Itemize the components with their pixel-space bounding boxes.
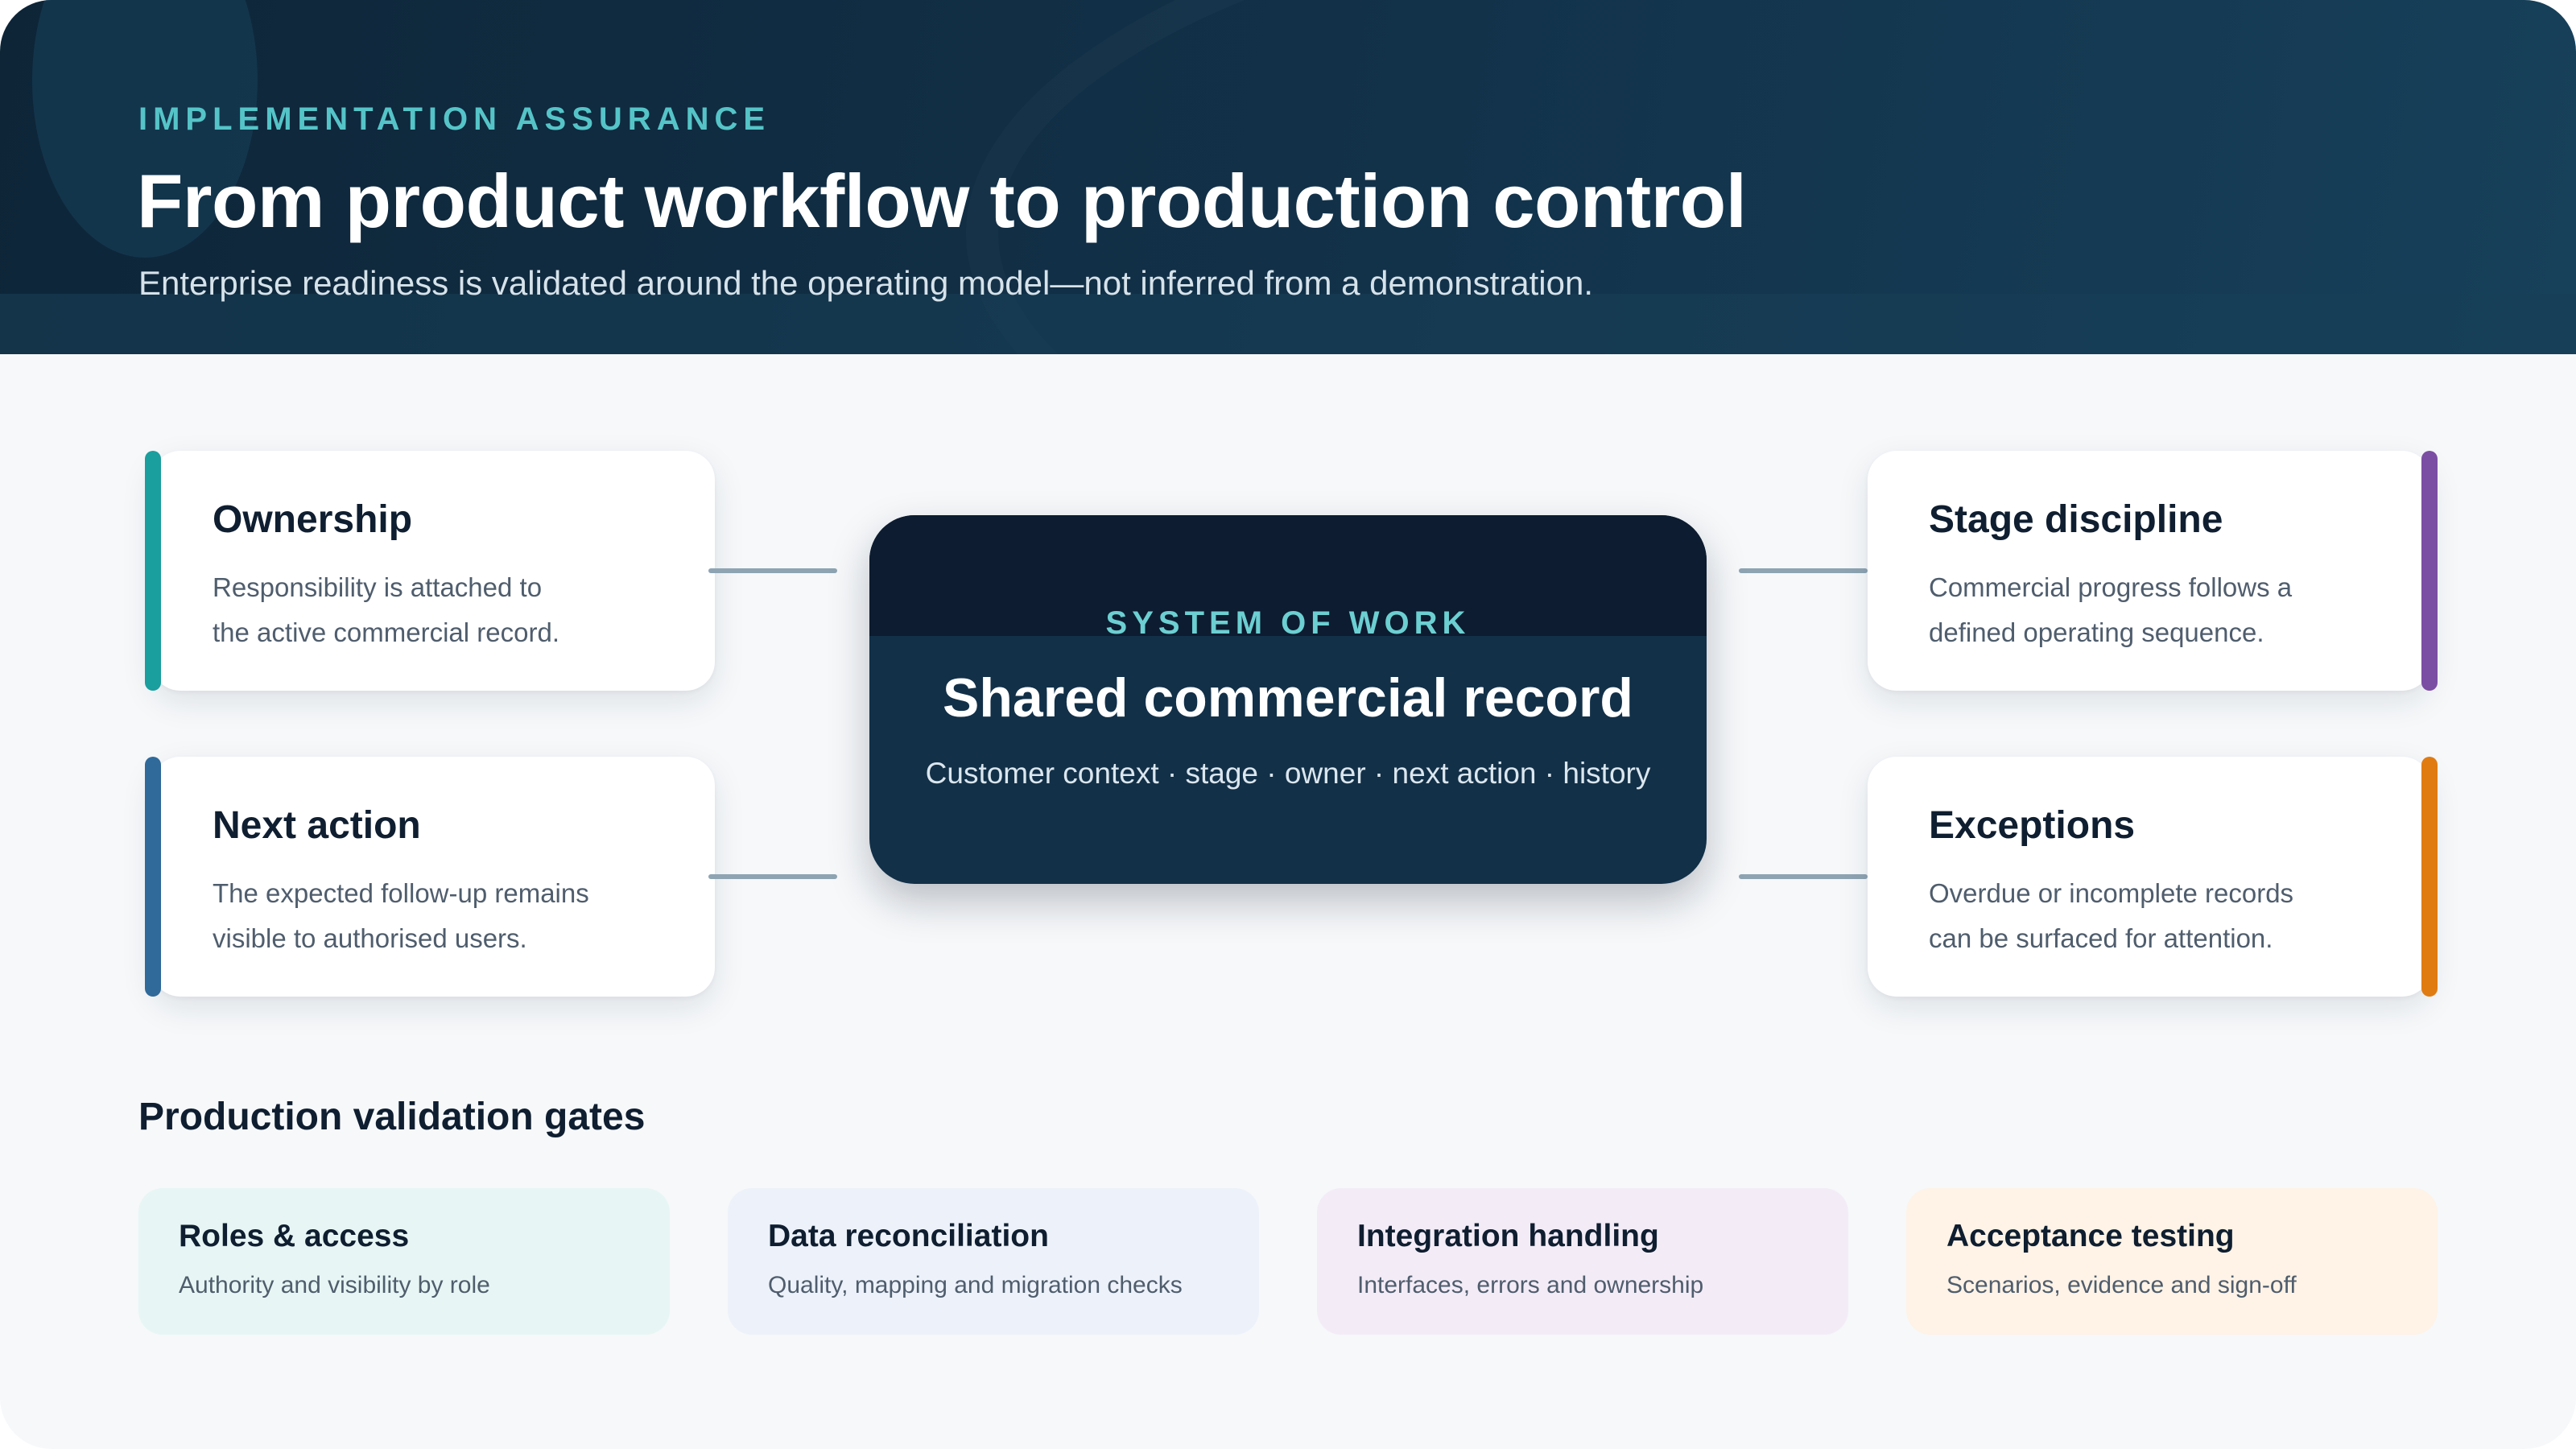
card-stage-discipline: Stage discipline Commercial progress fol…	[1868, 451, 2438, 691]
card-description-line: Commercial progress follows a	[1929, 572, 2293, 602]
card-description-line: defined operating sequence.	[1929, 617, 2264, 647]
card-title: Exceptions	[1929, 804, 2136, 847]
card-description: Responsibility is attached to the active…	[213, 565, 663, 655]
header-eyebrow: IMPLEMENTATION ASSURANCE	[138, 101, 771, 137]
connector-line	[1739, 568, 1868, 573]
gate-description: Scenarios, evidence and sign-off	[1946, 1272, 2297, 1298]
hub-title: Shared commercial record	[943, 667, 1633, 729]
gate-title: Data reconciliation	[768, 1219, 1049, 1253]
card-description-line: the active commercial record.	[213, 617, 559, 647]
gate-title: Roles & access	[179, 1219, 410, 1253]
card-description: Overdue or incomplete records can be sur…	[1929, 871, 2380, 961]
card-next-action: Next action The expected follow-up remai…	[145, 757, 715, 997]
gate-integration-handling: Integration handling Interfaces, errors …	[1317, 1188, 1848, 1335]
connector-line	[1739, 874, 1868, 879]
header-banner: IMPLEMENTATION ASSURANCE From product wo…	[0, 0, 2576, 354]
card-ownership: Ownership Responsibility is attached to …	[145, 451, 715, 691]
connector-line	[708, 874, 837, 879]
card-description-line: Overdue or incomplete records	[1929, 878, 2294, 908]
hub-subtitle: Customer context · stage · owner · next …	[925, 757, 1651, 790]
card-accent-bar	[2421, 451, 2438, 691]
slide-canvas: IMPLEMENTATION ASSURANCE From product wo…	[0, 0, 2576, 1449]
card-description-line: can be surfaced for attention.	[1929, 923, 2273, 953]
gate-description: Authority and visibility by role	[179, 1272, 490, 1298]
card-description-line: Responsibility is attached to	[213, 572, 543, 602]
page-subtitle: Enterprise readiness is validated around…	[138, 264, 1594, 302]
gate-title: Integration handling	[1357, 1219, 1659, 1253]
page-title: From product workflow to production cont…	[137, 159, 1747, 243]
gate-description: Interfaces, errors and ownership	[1357, 1272, 1704, 1298]
connector-line	[708, 568, 837, 573]
card-accent-bar	[145, 451, 161, 691]
gate-data-reconciliation: Data reconciliation Quality, mapping and…	[728, 1188, 1259, 1335]
card-description: The expected follow-up remains visible t…	[213, 871, 663, 961]
shared-record-hub: SYSTEM OF WORK Shared commercial record …	[869, 515, 1707, 884]
card-exceptions: Exceptions Overdue or incomplete records…	[1868, 757, 2438, 997]
card-accent-bar	[2421, 757, 2438, 997]
card-description-line: The expected follow-up remains	[213, 878, 589, 908]
card-title: Stage discipline	[1929, 498, 2223, 541]
card-description-line: visible to authorised users.	[213, 923, 527, 953]
card-description: Commercial progress follows a defined op…	[1929, 565, 2380, 655]
gate-acceptance-testing: Acceptance testing Scenarios, evidence a…	[1906, 1188, 2438, 1335]
card-accent-bar	[145, 757, 161, 997]
card-title: Ownership	[213, 498, 413, 541]
gate-title: Acceptance testing	[1946, 1219, 2235, 1253]
hub-eyebrow: SYSTEM OF WORK	[1105, 605, 1471, 641]
gates-heading: Production validation gates	[138, 1096, 646, 1138]
gate-roles-access: Roles & access Authority and visibility …	[138, 1188, 670, 1335]
decorative-band	[0, 294, 2576, 354]
card-title: Next action	[213, 804, 421, 847]
gate-description: Quality, mapping and migration checks	[768, 1272, 1183, 1298]
